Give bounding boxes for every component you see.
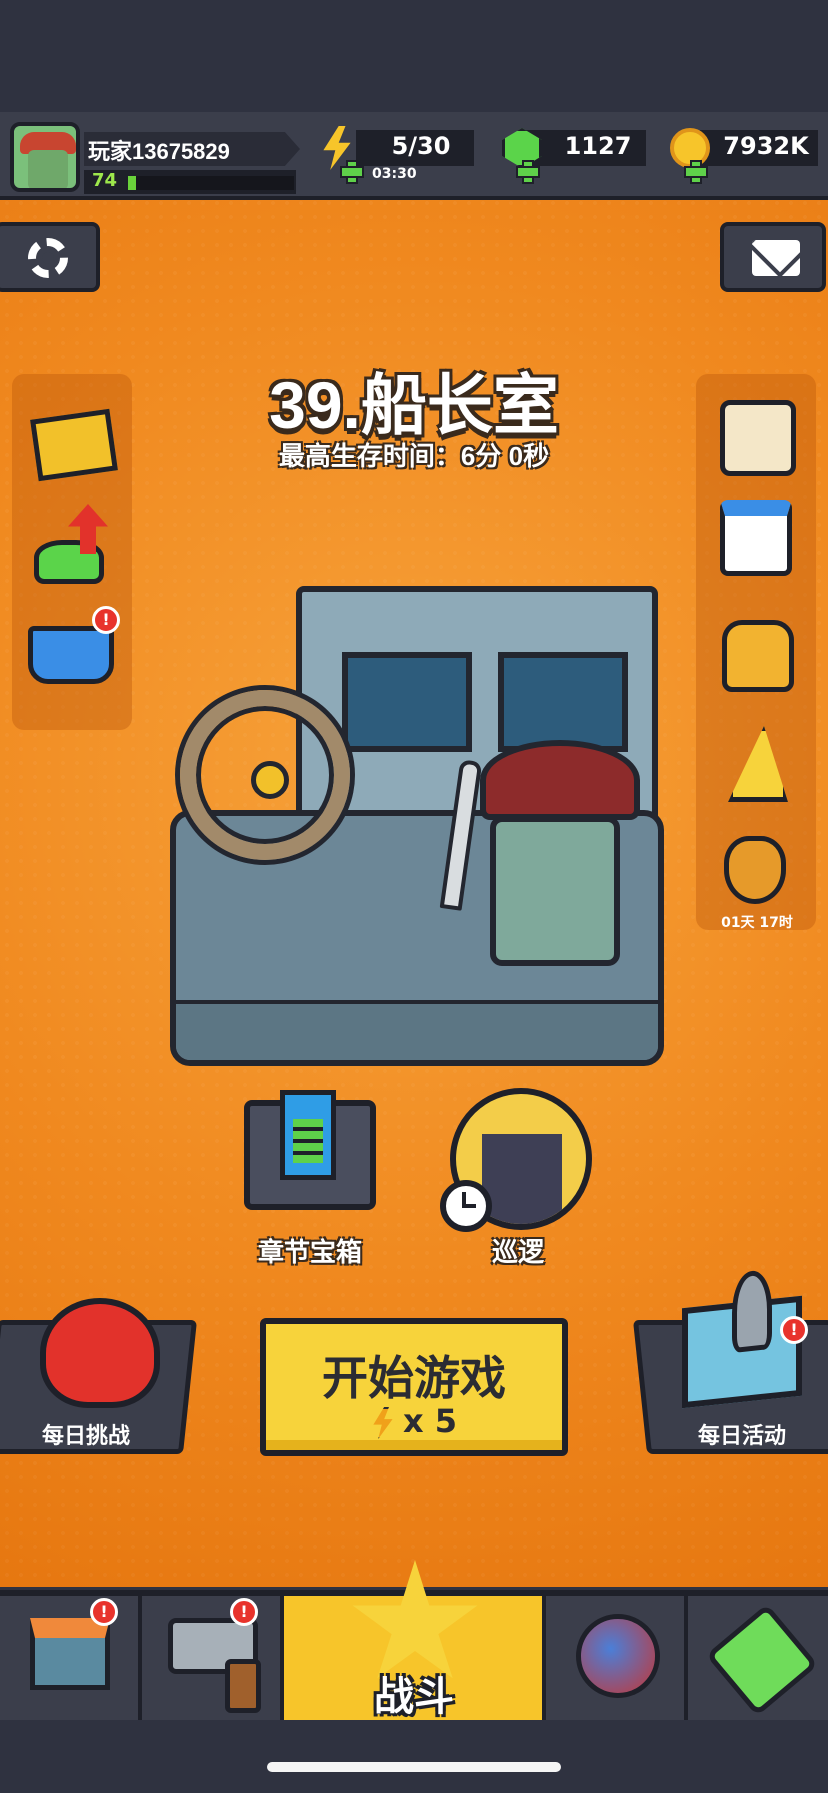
mail-icon [752,240,800,276]
daily-event-label: 每日活动 [697,1423,786,1448]
alert-badge: ! [90,1598,118,1626]
status-strip [0,0,828,112]
coins-value: 7932K [723,132,809,160]
level-scene[interactable] [170,580,664,1070]
best-survival-time: 最高生存时间：6分 0秒 [278,441,550,471]
player-avatar[interactable] [10,122,80,192]
pirate-hat-icon [480,740,640,820]
start-cost-value: x 5 [402,1402,458,1440]
event-party-button[interactable] [712,716,802,806]
add-coins-icon[interactable] [684,160,708,184]
acorn-reward-button[interactable] [712,830,802,920]
party-popper-icon [728,726,788,802]
pirate-zombie-body [490,816,620,966]
start-game-label: 开始游戏 [322,1352,506,1404]
star-orb-icon [576,1614,660,1698]
growth-fund-button[interactable] [28,500,118,590]
backpack-button[interactable] [712,612,802,702]
player-name: 玩家13675829 [88,139,230,164]
daily-challenge-label: 每日挑战 [41,1423,130,1448]
patrol-button[interactable] [440,1088,592,1232]
start-game-button[interactable]: 开始游戏 x 5 [260,1318,568,1456]
home-indicator[interactable] [267,1762,561,1772]
chapter-chest-label: 章节宝箱 [257,1237,362,1267]
alert-badge: ! [92,606,120,634]
avatar-face [28,150,68,188]
calendar-icon [720,500,792,576]
chapter-chest-button[interactable] [240,1090,380,1220]
backpack-icon [722,620,794,692]
mail-button[interactable] [720,222,826,292]
alert-badge: ! [780,1316,808,1344]
city-skyline [482,1134,562,1224]
alert-badge: ! [230,1598,258,1626]
boxing-glove-icon [40,1298,160,1408]
settings-button[interactable] [0,222,100,292]
top-bar: 玩家13675829 74 5/30 03:30 1127 7932K [0,112,828,200]
window-right [498,652,628,752]
add-energy-icon[interactable] [340,160,364,184]
xp-fill [128,176,137,190]
chest-progress-icon [280,1090,336,1180]
ship-wheel-icon [180,690,350,860]
window-left [342,652,472,752]
battle-label: 战斗 [374,1675,454,1719]
energy-timer: 03:30 [372,166,417,182]
clock-icon [440,1180,492,1232]
patrol-label: 巡逻 [491,1237,544,1267]
xp-bar [128,176,294,190]
gems-value: 1127 [564,132,632,160]
energy-value: 5/30 [391,132,451,160]
gear-icon [28,238,68,278]
map-icon [682,1295,802,1409]
player-level: 74 [92,170,118,191]
acorn-icon [724,836,786,904]
energy-cost-icon [373,1407,393,1439]
add-gems-icon[interactable] [516,160,540,184]
shop-cart-button[interactable]: ! [24,604,120,694]
level-title: 39.船长室 [269,368,559,442]
acorn-timer: 01天 17时 [721,915,793,931]
start-cost: x 5 [266,1402,562,1440]
floor-strip [176,1000,658,1060]
daily-signin-button[interactable] [712,494,802,584]
shopping-cart-icon [28,626,114,684]
